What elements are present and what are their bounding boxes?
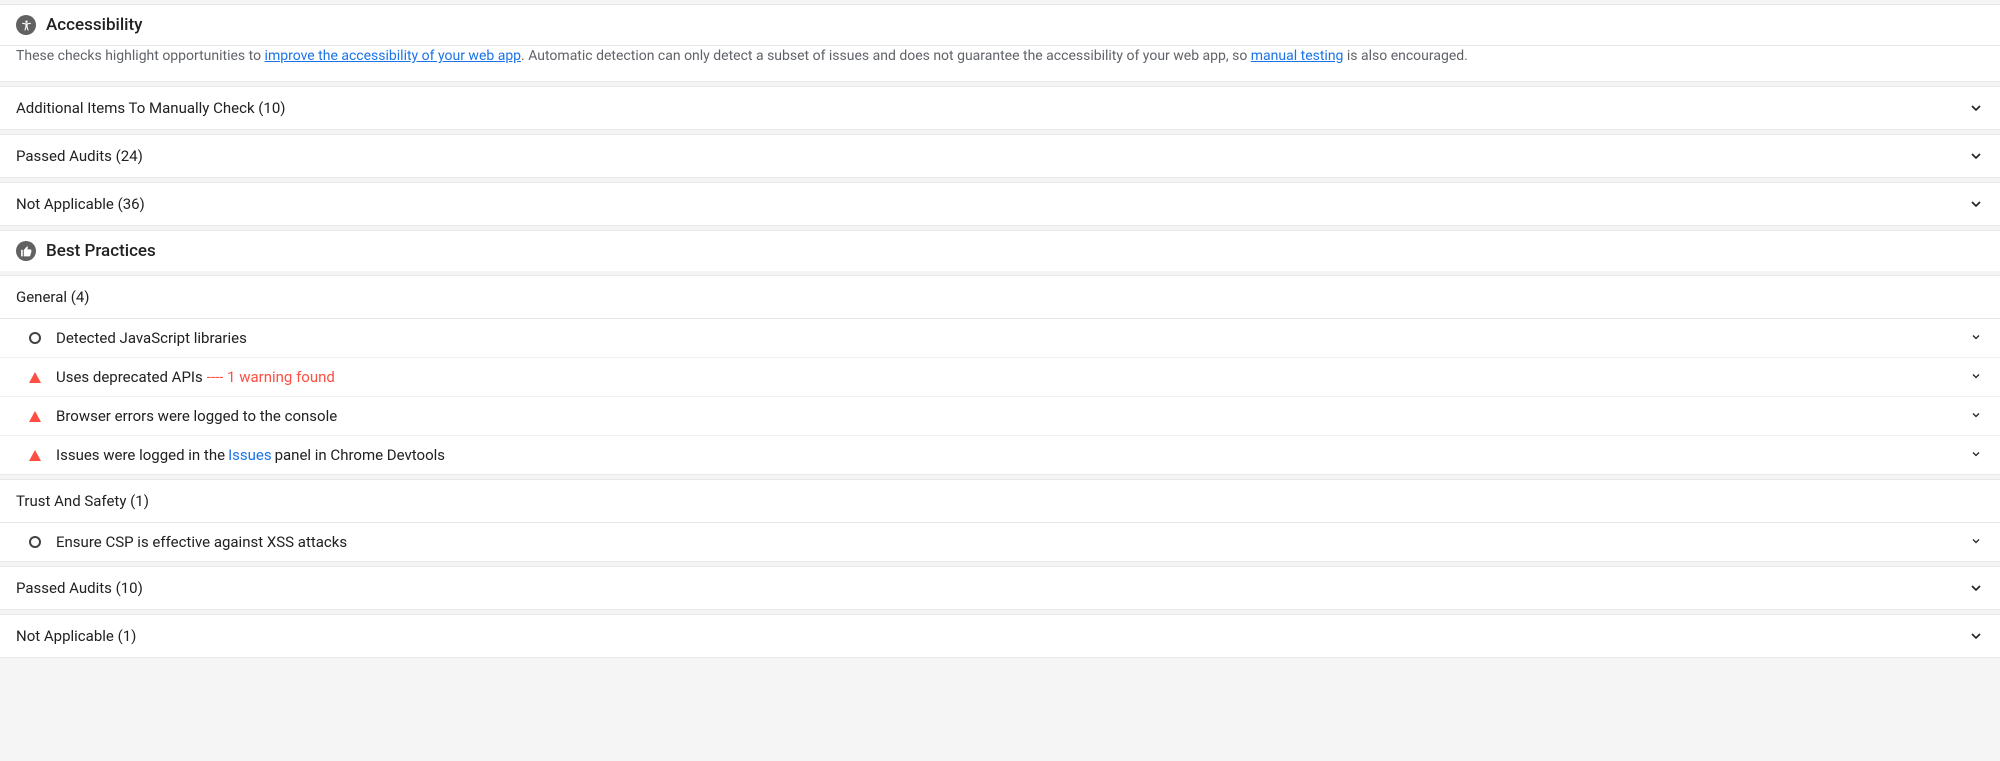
group-passed-audits-bp[interactable]: Passed Audits (10): [0, 566, 2000, 610]
accessibility-description: These checks highlight opportunities to …: [0, 46, 2000, 82]
best-practices-section: Best Practices: [0, 230, 2000, 271]
audit-label: Uses deprecated APIs: [56, 368, 203, 386]
audit-label-pre: Issues were logged in the: [56, 446, 225, 464]
chevron-down-icon: [1968, 580, 1984, 596]
audit-csp-xss[interactable]: Ensure CSP is effective against XSS atta…: [0, 523, 2000, 562]
desc-text-pre: These checks highlight opportunities to: [16, 48, 265, 64]
chevron-down-icon: [1968, 628, 1984, 644]
audit-label-post: panel in Chrome Devtools: [275, 446, 445, 464]
group-trust-safety: Trust And Safety (1): [0, 479, 2000, 523]
chevron-down-icon: [1970, 329, 1982, 347]
issues-link[interactable]: Issues: [228, 446, 272, 464]
audit-label: Ensure CSP is effective against XSS atta…: [56, 533, 347, 551]
thumbs-up-icon: [16, 241, 36, 261]
group-manual-check[interactable]: Additional Items To Manually Check (10): [0, 86, 2000, 130]
group-label: Not Applicable (1): [16, 627, 136, 645]
chevron-down-icon: [1968, 100, 1984, 116]
group-label: Not Applicable (36): [16, 195, 145, 213]
info-icon: [28, 535, 42, 549]
chevron-down-icon: [1968, 196, 1984, 212]
chevron-down-icon: [1970, 446, 1982, 464]
group-not-applicable-a11y[interactable]: Not Applicable (36): [0, 182, 2000, 226]
audit-label: Detected JavaScript libraries: [56, 329, 247, 347]
audit-deprecated-apis[interactable]: Uses deprecated APIs ---- 1 warning foun…: [0, 358, 2000, 397]
chevron-down-icon: [1970, 368, 1982, 386]
audit-label: Browser errors were logged to the consol…: [56, 407, 337, 425]
trust-audits: Ensure CSP is effective against XSS atta…: [0, 523, 2000, 562]
chevron-down-icon: [1970, 533, 1982, 551]
warning-icon: [28, 409, 42, 423]
audit-warning-text: ---- 1 warning found: [207, 368, 335, 386]
info-icon: [28, 331, 42, 345]
group-label: Passed Audits (24): [16, 147, 143, 165]
desc-text-mid: . Automatic detection can only detect a …: [521, 48, 1251, 64]
warning-icon: [28, 370, 42, 384]
warning-icon: [28, 448, 42, 462]
chevron-down-icon: [1970, 407, 1982, 425]
accessibility-section: Accessibility These checks highlight opp…: [0, 4, 2000, 82]
best-practices-header: Best Practices: [0, 231, 2000, 271]
desc-text-post: is also encouraged.: [1343, 48, 1467, 64]
accessibility-header: Accessibility: [0, 5, 2000, 46]
group-general: General (4): [0, 275, 2000, 319]
chevron-down-icon: [1968, 148, 1984, 164]
accessibility-icon: [16, 15, 36, 35]
group-label: General (4): [16, 288, 90, 306]
audit-issues-logged[interactable]: Issues were logged in the Issues panel i…: [0, 436, 2000, 475]
group-passed-audits-a11y[interactable]: Passed Audits (24): [0, 134, 2000, 178]
general-audits: Detected JavaScript libraries Uses depre…: [0, 319, 2000, 475]
audit-detected-js-libraries[interactable]: Detected JavaScript libraries: [0, 319, 2000, 358]
best-practices-title: Best Practices: [46, 241, 156, 261]
group-label: Additional Items To Manually Check (10): [16, 99, 286, 117]
group-label: Trust And Safety (1): [16, 492, 149, 510]
manual-testing-link[interactable]: manual testing: [1251, 48, 1344, 64]
accessibility-title: Accessibility: [46, 15, 143, 35]
group-label: Passed Audits (10): [16, 579, 143, 597]
improve-accessibility-link[interactable]: improve the accessibility of your web ap…: [265, 48, 522, 64]
group-not-applicable-bp[interactable]: Not Applicable (1): [0, 614, 2000, 658]
audit-browser-errors[interactable]: Browser errors were logged to the consol…: [0, 397, 2000, 436]
